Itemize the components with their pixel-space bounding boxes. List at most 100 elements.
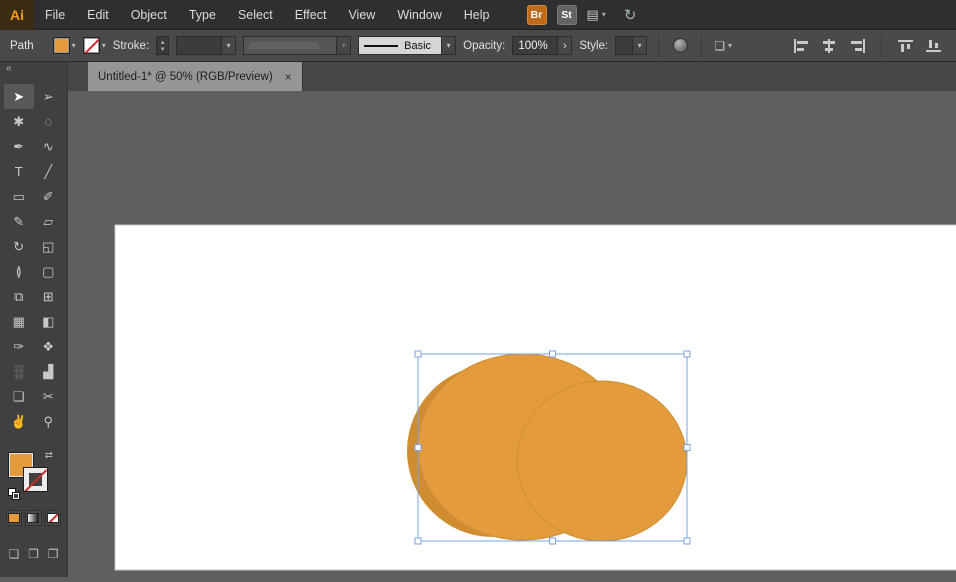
eyedropper-tool[interactable]: ✑ — [4, 334, 34, 359]
horizontal-align-right-button[interactable] — [849, 38, 866, 53]
selection-handle[interactable] — [414, 350, 422, 358]
divider — [701, 34, 703, 57]
stroke-weight-stepper[interactable]: ▴ ▾ — [156, 36, 170, 55]
opacity-dropdown-button[interactable]: › — [557, 37, 572, 54]
column-graph-tool[interactable]: ▟ — [34, 359, 64, 384]
magic-wand-tool[interactable]: ✱ — [4, 109, 34, 134]
horizontal-align-center-button[interactable] — [821, 38, 838, 53]
shape-builder-tool[interactable]: ⧉ — [4, 284, 34, 309]
direct-selection-tool[interactable]: ➢ — [34, 84, 64, 109]
chevron-down-icon: ▾ — [341, 41, 346, 50]
menu-item-type[interactable]: Type — [178, 0, 227, 30]
stroke-weight-label[interactable]: Stroke: — [113, 40, 149, 52]
selection-handle[interactable] — [683, 444, 691, 451]
hand-tool[interactable]: ✌ — [4, 409, 34, 434]
none-button[interactable] — [44, 510, 61, 526]
menu-item-select[interactable]: Select — [227, 0, 284, 30]
canvas-area[interactable] — [68, 91, 956, 577]
workspace-switcher-button[interactable]: ▤ ▾ — [587, 7, 606, 23]
close-icon[interactable]: × — [285, 70, 292, 84]
draw-normal-mode-button[interactable]: ❏ — [6, 546, 22, 562]
menu-item-edit[interactable]: Edit — [76, 0, 120, 30]
draw-inside-mode-button[interactable]: ❒ — [45, 546, 61, 562]
zoom-tool[interactable]: ⚲ — [34, 409, 64, 434]
draw-behind-mode-button[interactable]: ❐ — [26, 546, 42, 562]
selection-handle[interactable] — [414, 444, 422, 451]
horizontal-align-left-button[interactable] — [793, 38, 810, 53]
vertical-align-top-icon — [898, 39, 913, 52]
lasso-tool[interactable]: ◌ — [34, 109, 64, 134]
blend-tool[interactable]: ❖ — [34, 334, 64, 359]
graphic-style-select[interactable]: ▾ — [615, 36, 648, 55]
gradient-button[interactable] — [25, 510, 42, 526]
stock-button[interactable]: St — [556, 4, 577, 25]
menu-item-file[interactable]: File — [34, 0, 76, 30]
rectangle-tool[interactable]: ▭ — [4, 184, 34, 209]
perspective-grid-tool[interactable]: ⊞ — [34, 284, 64, 309]
color-button[interactable] — [6, 510, 23, 526]
artboard-tool-icon: ❏ — [12, 388, 25, 404]
stroke-color-control[interactable]: ▾ — [82, 37, 106, 54]
opacity-control[interactable]: 100% › — [512, 36, 573, 55]
selection-handle[interactable] — [549, 350, 556, 358]
free-transform-tool[interactable]: ▢ — [34, 259, 64, 284]
width-tool[interactable]: ≬ — [4, 259, 34, 284]
stepper-down-icon[interactable]: ▾ — [161, 46, 165, 53]
default-fill-stroke-icon[interactable] — [8, 488, 20, 500]
arrange-options-button[interactable]: ❏ ▾ — [713, 35, 733, 57]
workspace-icon: ▤ — [586, 6, 599, 22]
stroke-none-swatch[interactable] — [82, 37, 100, 54]
opacity-input[interactable]: 100% — [513, 37, 558, 54]
type-tool[interactable]: T — [4, 159, 34, 184]
scale-tool[interactable]: ◱ — [34, 234, 64, 259]
pen-tool[interactable]: ✒ — [4, 134, 34, 159]
stroke-weight-value[interactable] — [177, 37, 222, 54]
selection-handle[interactable] — [683, 537, 691, 545]
shape-builder-tool-icon: ⧉ — [14, 288, 24, 304]
shaper-tool[interactable]: ✎ — [4, 209, 34, 234]
paintbrush-tool[interactable]: ✐ — [34, 184, 64, 209]
chevron-down-icon: ▾ — [101, 41, 106, 50]
selection-tool[interactable]: ➤ — [4, 84, 34, 109]
selected-blob-shape-right[interactable] — [516, 380, 688, 542]
stepper-up-icon[interactable]: ▴ — [161, 39, 165, 46]
menu-item-object[interactable]: Object — [120, 0, 178, 30]
selection-handle[interactable] — [549, 537, 556, 545]
fill-stroke-controls: ⇄ — [8, 450, 59, 500]
bridge-button[interactable]: Br — [526, 4, 547, 25]
symbol-sprayer-tool[interactable]: ░ — [4, 359, 34, 384]
sync-status-icon[interactable]: ↻ — [624, 6, 637, 24]
graphic-style-value[interactable] — [616, 37, 633, 54]
menu-item-view[interactable]: View — [337, 0, 386, 30]
menu-item-window[interactable]: Window — [386, 0, 452, 30]
stroke-weight-select[interactable]: ▾ — [176, 36, 237, 55]
menu-item-help[interactable]: Help — [453, 0, 501, 30]
eraser-tool[interactable]: ▱ — [34, 209, 64, 234]
swap-fill-stroke-icon[interactable]: ⇄ — [45, 450, 53, 461]
selection-handle[interactable] — [414, 537, 422, 545]
gradient-tool[interactable]: ◧ — [34, 309, 64, 334]
vertical-align-bottom-icon — [926, 39, 941, 52]
app-logo-text: Ai — [10, 6, 24, 23]
mesh-tool[interactable]: ▦ — [4, 309, 34, 334]
artboard-tool[interactable]: ❏ — [4, 384, 34, 409]
style-label[interactable]: Style: — [579, 40, 608, 52]
vertical-align-bottom-button[interactable] — [925, 39, 942, 53]
curvature-tool-icon: ∿ — [42, 138, 54, 154]
opacity-label[interactable]: Opacity: — [463, 40, 505, 52]
stroke-swatch[interactable] — [23, 467, 48, 492]
menu-item-effect[interactable]: Effect — [284, 0, 338, 30]
chevron-down-icon: ▾ — [637, 41, 642, 50]
slice-tool[interactable]: ✂ — [34, 384, 64, 409]
recolor-artwork-button[interactable] — [670, 35, 690, 57]
document-tab[interactable]: Untitled-1* @ 50% (RGB/Preview) × — [88, 62, 303, 91]
line-segment-tool[interactable]: ╱ — [34, 159, 64, 184]
fill-color-control[interactable]: ▾ — [52, 37, 76, 54]
brush-definition-select[interactable]: Basic ▾ — [358, 36, 457, 55]
vertical-align-top-button[interactable] — [897, 39, 914, 53]
curvature-tool[interactable]: ∿ — [34, 134, 64, 159]
selection-handle[interactable] — [683, 350, 691, 358]
collapse-panel-button[interactable]: « — [6, 63, 12, 74]
rotate-tool[interactable]: ↻ — [4, 234, 34, 259]
fill-color-swatch[interactable] — [52, 37, 70, 54]
